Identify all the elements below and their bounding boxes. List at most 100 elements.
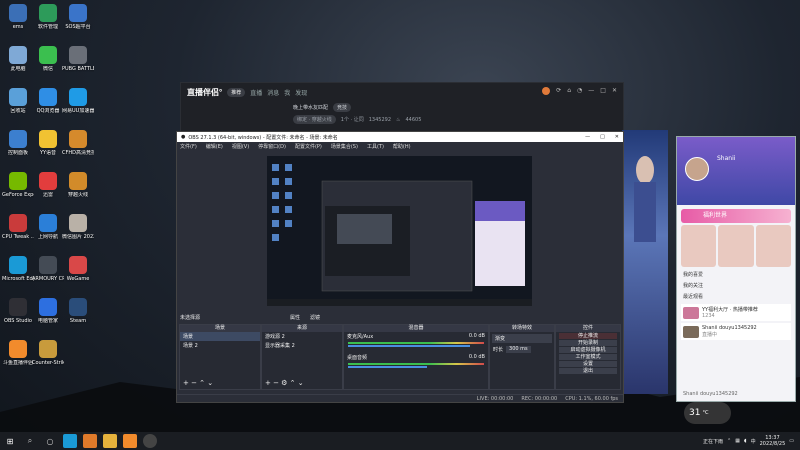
menu-item[interactable]: 视图(V) <box>232 143 249 150</box>
menu-item[interactable]: 工具(T) <box>367 143 384 150</box>
scene-item[interactable]: 场景 2 <box>180 341 260 350</box>
filters-button[interactable]: 滤镜 <box>310 314 320 321</box>
minimize-icon[interactable]: — <box>585 134 590 140</box>
thumbnail[interactable] <box>755 225 791 267</box>
room-tag[interactable]: 竞技 <box>333 103 352 112</box>
edge-icon[interactable] <box>63 434 77 448</box>
explorer-icon[interactable] <box>103 434 117 448</box>
thumbnail[interactable] <box>681 225 717 267</box>
refresh-icon[interactable]: ⟳ <box>556 87 561 95</box>
nav-item-me[interactable]: 我 <box>284 88 290 97</box>
room-title[interactable]: 晚上带水友匹配 <box>293 104 328 111</box>
desktop-icon[interactable]: WeGame <box>62 256 94 282</box>
menu-item[interactable]: 配置文件(P) <box>295 143 322 150</box>
scene-add-icon[interactable]: + − ⌃ ⌄ <box>183 379 213 387</box>
weather-widget[interactable]: 31 °C <box>684 402 731 424</box>
desktop-icon[interactable]: 微信 <box>32 46 64 72</box>
nav-item-msg[interactable]: 消息 <box>267 88 279 97</box>
desktop-icon[interactable]: 微信图片 2022062... <box>62 214 94 240</box>
app-icon <box>9 4 27 22</box>
nav-item-discover[interactable]: 发现 <box>295 88 307 97</box>
desktop-icon[interactable]: QQ浏览器 <box>32 88 64 114</box>
desktop-icon[interactable]: YY语音 <box>32 130 64 156</box>
exit-button[interactable]: 退出 <box>559 368 617 374</box>
douyu-icon[interactable] <box>123 434 137 448</box>
volume-slider[interactable] <box>348 366 428 368</box>
desktop-icon[interactable]: 斗鱼直播伴侣 <box>2 340 34 366</box>
thumbnail[interactable] <box>718 225 754 267</box>
desktop-icon[interactable]: 电脑管家 <box>32 298 64 324</box>
list-item[interactable]: YY福利大厅 · 热播带推荐 1234 <box>681 304 791 321</box>
category-label[interactable]: 绑定 · 穿越火线 <box>293 115 336 124</box>
avatar[interactable] <box>542 87 551 95</box>
notification-icon[interactable]: ▭ <box>789 438 794 444</box>
maximize-icon[interactable]: □ <box>600 87 606 95</box>
search-icon[interactable]: ⌕ <box>23 434 37 448</box>
maximize-icon[interactable]: □ <box>600 134 605 140</box>
duration-input[interactable]: 300 ms <box>506 346 531 353</box>
start-recording-button[interactable]: 开始录制 <box>559 340 617 346</box>
desktop-icon[interactable]: 穿越火线 <box>62 172 94 198</box>
desktop-icon[interactable]: OBS Studio <box>2 298 34 324</box>
desktop-icon[interactable]: ARMOURY CRATE <box>32 256 64 282</box>
desktop-icon[interactable]: 网易UU加速器 <box>62 88 94 114</box>
desktop-icon[interactable]: SOS超平台 <box>62 4 94 30</box>
virtual-camera-button[interactable]: 启动虚拟摄像机 <box>559 347 617 353</box>
minimize-icon[interactable]: — <box>588 87 594 95</box>
sogou-icon[interactable] <box>83 434 97 448</box>
menu-item[interactable]: 编辑(E) <box>206 143 223 150</box>
menu-item[interactable]: 停靠窗口(D) <box>258 143 286 150</box>
desktop-icon[interactable]: 控制面板 <box>2 130 34 156</box>
close-icon[interactable]: ✕ <box>612 87 617 95</box>
properties-button[interactable]: 属性 <box>290 314 300 321</box>
clock[interactable]: 13:37 2022/8/25 <box>760 435 786 447</box>
source-item[interactable]: 游戏源 2 <box>262 332 342 341</box>
studio-mode-button[interactable]: 工作室模式 <box>559 354 617 360</box>
start-icon[interactable]: ⊞ <box>3 434 17 448</box>
desktop-icon[interactable]: CPU Tweak ... <box>2 214 34 240</box>
stop-streaming-button[interactable]: 停止推流 <box>559 333 617 339</box>
weather-status[interactable]: 正在下雨 <box>703 438 723 445</box>
menu-item[interactable]: 帮助(H) <box>393 143 411 150</box>
source-item[interactable]: 显示器采集 2 <box>262 341 342 350</box>
desktop-icon[interactable]: Steam <box>62 298 94 324</box>
menu-item[interactable]: 场景集合(S) <box>331 143 358 150</box>
side-link[interactable]: 我的喜爱 <box>677 269 795 280</box>
network-icon[interactable]: ▦ <box>735 438 740 444</box>
bell-icon[interactable]: ◔ <box>577 87 582 95</box>
ime-indicator[interactable]: 中 <box>751 438 756 445</box>
side-link[interactable]: 最近观看 <box>677 291 795 302</box>
side-link[interactable]: 我的关注 <box>677 280 795 291</box>
obs-icon[interactable] <box>143 434 157 448</box>
desktop-icon[interactable]: 软件管理 <box>32 4 64 30</box>
chevron-up-icon[interactable]: ⌃ <box>727 438 731 444</box>
source-add-icon[interactable]: + − ⚙ ⌃ ⌄ <box>265 379 304 387</box>
desktop-icon[interactable]: GeForce Experience <box>2 172 34 198</box>
recommend-badge[interactable]: 推荐 <box>227 87 246 97</box>
promo-banner[interactable]: 福利世界 <box>681 209 791 223</box>
desktop-icon[interactable]: 迅雷 <box>32 172 64 198</box>
desktop-icon[interactable]: 回收站 <box>2 88 34 114</box>
avatar[interactable] <box>685 157 709 181</box>
menu-item[interactable]: 文件(F) <box>180 143 197 150</box>
settings-button[interactable]: 设置 <box>559 361 617 367</box>
nav-item-live[interactable]: 直播 <box>250 88 262 97</box>
close-icon[interactable]: ✕ <box>615 134 619 140</box>
obs-preview[interactable] <box>267 156 532 306</box>
volume-slider[interactable] <box>348 345 471 347</box>
scene-item[interactable]: 场景 <box>180 332 260 341</box>
desktop-icon[interactable]: PUBG BATTLEGR... <box>62 46 94 72</box>
desktop-icon[interactable]: 此电脑 <box>2 46 34 72</box>
viewer-count: 44605 <box>405 116 422 123</box>
transition-select[interactable]: 渐变 <box>492 334 552 343</box>
list-item[interactable]: Shanii douyu1345292 直播中 <box>681 323 791 340</box>
cortana-icon[interactable]: ○ <box>43 434 57 448</box>
desktop-icon[interactable]: ems <box>2 4 34 30</box>
desktop-icon[interactable]: Counter-Strike Global Off... <box>32 340 64 366</box>
desktop-icon[interactable]: 上网导航 <box>32 214 64 240</box>
gift-icon[interactable]: ⌂ <box>567 87 571 95</box>
volume-icon[interactable]: ◖ <box>744 438 747 444</box>
desktop-icon-label: 此电脑 <box>10 66 26 72</box>
desktop-icon[interactable]: Microsoft Edge <box>2 256 34 282</box>
desktop-icon[interactable]: CFHD高清竞技大区 <box>62 130 94 156</box>
